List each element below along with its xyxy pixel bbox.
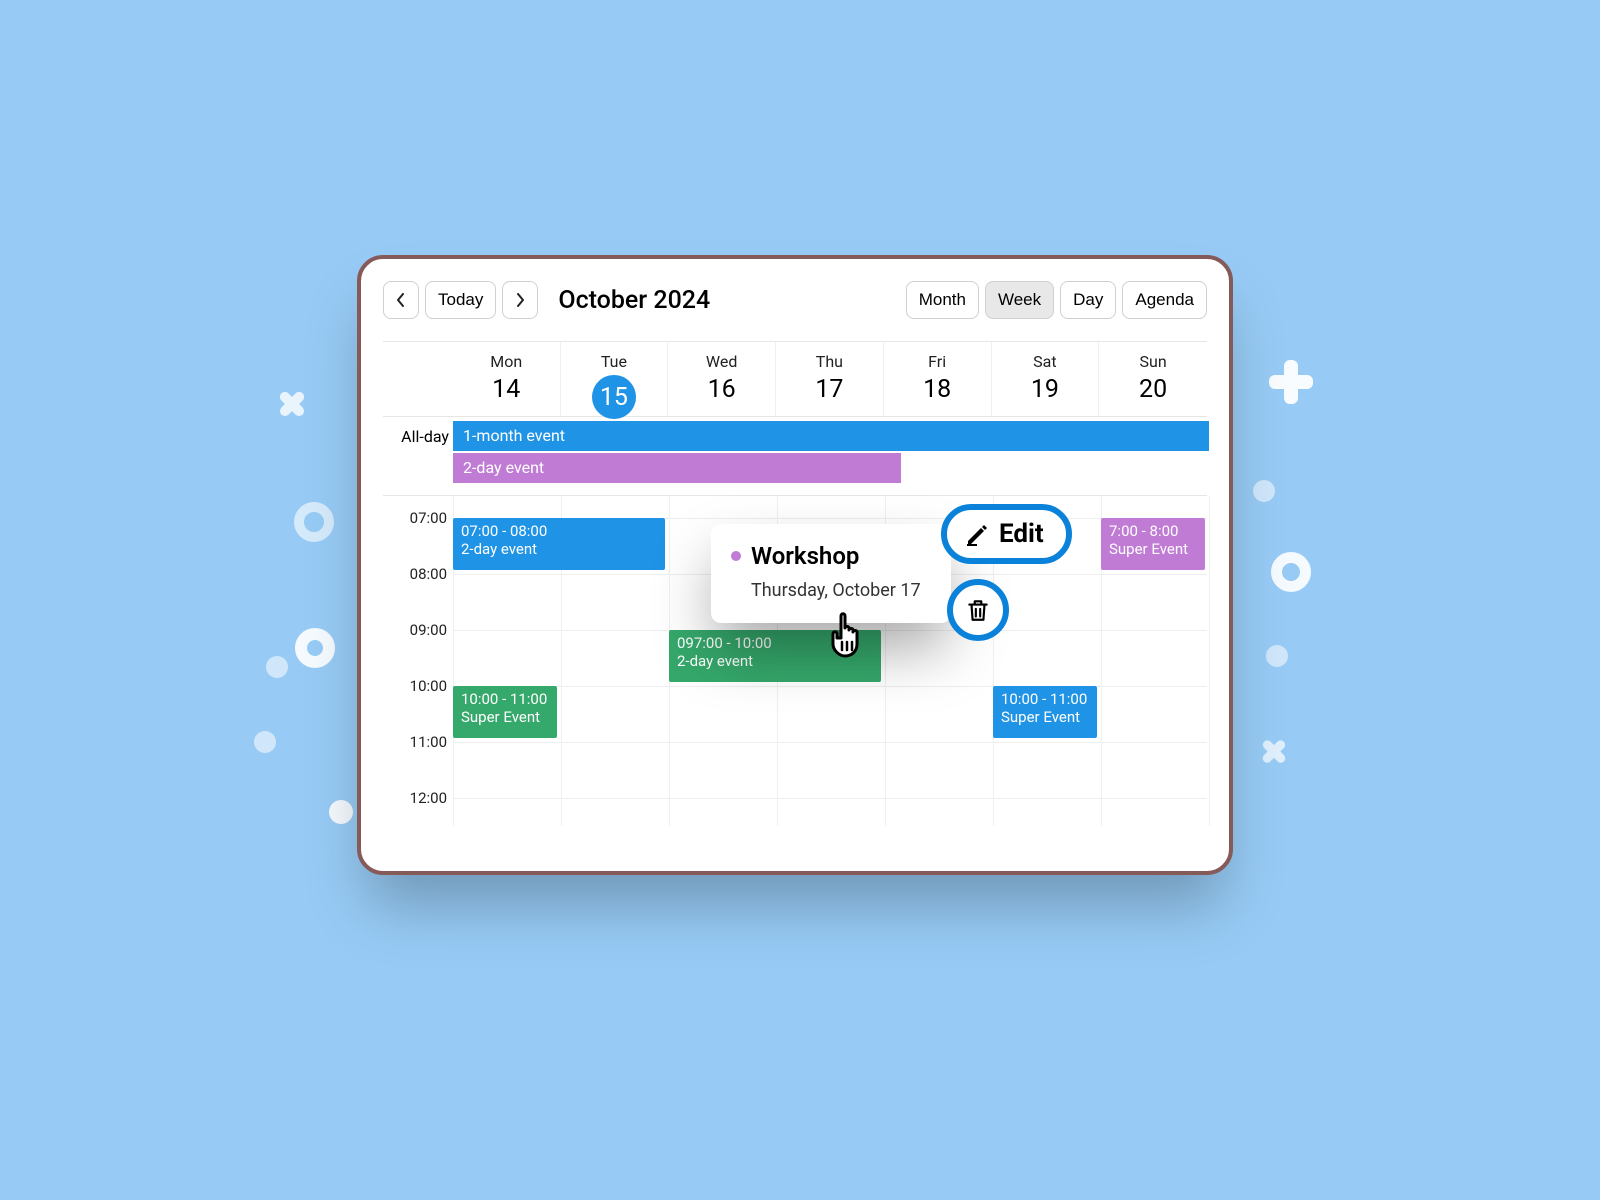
time-label: 08:00 — [410, 565, 447, 583]
event-title: Super Event — [1109, 540, 1197, 558]
deco-ring-icon — [294, 502, 334, 542]
date-label: 17 — [776, 375, 883, 404]
next-button[interactable] — [502, 281, 538, 319]
calendar-event[interactable]: 10:00 - 11:00 Super Event — [453, 686, 557, 738]
weekday-label: Mon — [453, 352, 560, 371]
chevron-left-icon — [396, 293, 406, 307]
deco-dot-icon — [1266, 645, 1288, 667]
view-week-button[interactable]: Week — [985, 281, 1054, 319]
deco-dot-icon — [329, 800, 353, 824]
pointer-cursor-icon — [821, 604, 877, 660]
view-month-button[interactable]: Month — [906, 281, 979, 319]
popover-title: Workshop — [751, 542, 859, 570]
edit-button-label: Edit — [999, 519, 1044, 549]
calendar-event[interactable]: 07:00 - 08:00 2-day event — [453, 518, 665, 570]
popover-date: Thursday, October 17 — [751, 580, 931, 601]
day-header[interactable]: Thu 17 — [776, 342, 884, 416]
date-label: 20 — [1099, 375, 1207, 404]
chevron-right-icon — [515, 293, 525, 307]
date-label: 16 — [668, 375, 775, 404]
event-time: 07:00 - 08:00 — [461, 522, 657, 540]
deco-x-icon — [277, 389, 307, 419]
pencil-icon — [965, 522, 989, 546]
view-switch: Month Week Day Agenda — [906, 281, 1207, 319]
weekday-label: Tue — [561, 352, 668, 371]
event-title: Super Event — [461, 708, 549, 726]
view-agenda-button[interactable]: Agenda — [1122, 281, 1207, 319]
trash-icon — [965, 597, 991, 623]
edit-button[interactable]: Edit — [941, 504, 1072, 564]
delete-button[interactable] — [947, 579, 1009, 641]
date-label-current: 15 — [592, 375, 636, 419]
deco-dot-icon — [254, 731, 276, 753]
time-label: 12:00 — [410, 789, 447, 807]
event-time: 10:00 - 11:00 — [1001, 690, 1089, 708]
deco-ring-icon — [1271, 552, 1311, 592]
time-label: 10:00 — [410, 677, 447, 695]
date-label: 18 — [884, 375, 991, 404]
event-time: 7:00 - 8:00 — [1109, 522, 1197, 540]
calendar-toolbar: Today October 2024 Month Week Day Agenda — [383, 281, 1207, 319]
event-time: 10:00 - 11:00 — [461, 690, 549, 708]
deco-x-icon — [1260, 738, 1288, 766]
prev-button[interactable] — [383, 281, 419, 319]
time-label: 11:00 — [410, 733, 447, 751]
allday-label: All-day — [383, 417, 453, 495]
calendar-card: Today October 2024 Month Week Day Agenda… — [357, 255, 1233, 875]
month-title: October 2024 — [558, 286, 710, 315]
allday-event[interactable]: 2-day event — [453, 453, 901, 483]
event-title: 2-day event — [461, 540, 657, 558]
day-header[interactable]: Sat 19 — [992, 342, 1100, 416]
day-header[interactable]: Fri 18 — [884, 342, 992, 416]
event-color-dot-icon — [731, 551, 741, 561]
time-label: 09:00 — [410, 621, 447, 639]
deco-plus-icon — [1269, 360, 1313, 404]
weekday-label: Wed — [668, 352, 775, 371]
date-label: 19 — [992, 375, 1099, 404]
time-label: 07:00 — [410, 509, 447, 527]
day-header[interactable]: Wed 16 — [668, 342, 776, 416]
day-header[interactable]: Sun 20 — [1099, 342, 1207, 416]
calendar-event[interactable]: 7:00 - 8:00 Super Event — [1101, 518, 1205, 570]
calendar-event[interactable]: 10:00 - 11:00 Super Event — [993, 686, 1097, 738]
deco-dot-icon — [266, 656, 288, 678]
weekday-label: Sat — [992, 352, 1099, 371]
view-day-button[interactable]: Day — [1060, 281, 1116, 319]
weekday-label: Sun — [1099, 352, 1207, 371]
today-button[interactable]: Today — [425, 281, 496, 319]
event-title: Super Event — [1001, 708, 1089, 726]
weekday-label: Thu — [776, 352, 883, 371]
deco-ring-icon — [295, 628, 335, 668]
allday-event[interactable]: 1-month event — [453, 421, 1209, 451]
day-header[interactable]: Tue 15 — [561, 342, 669, 416]
day-header[interactable]: Mon 14 — [453, 342, 561, 416]
weekday-label: Fri — [884, 352, 991, 371]
date-label: 14 — [453, 375, 560, 404]
deco-dot-icon — [1253, 480, 1275, 502]
